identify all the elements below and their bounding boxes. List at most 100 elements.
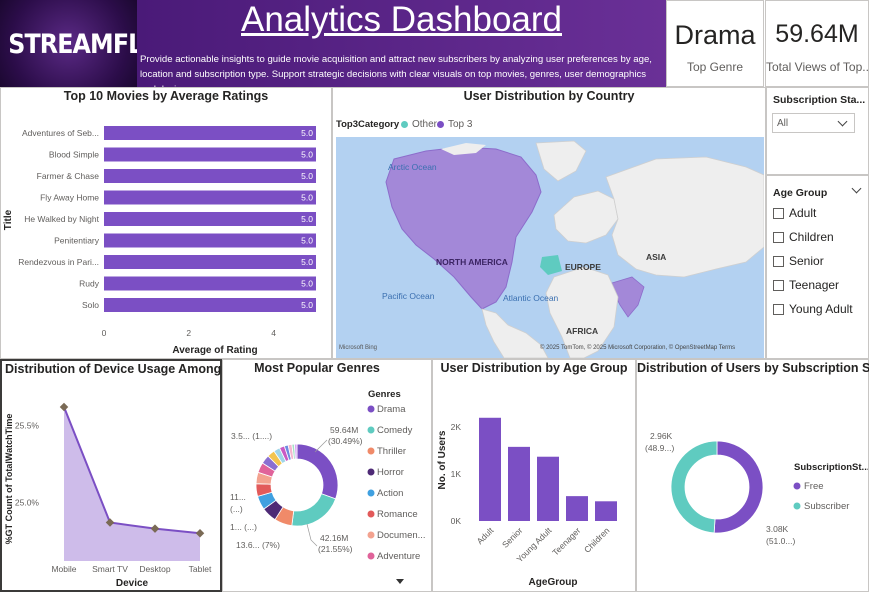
genres-legend-item: Romance <box>377 509 418 520</box>
movie-title-label: Blood Simple <box>49 150 99 160</box>
movie-bar <box>104 126 316 140</box>
movie-title-label: Adventures of Seb... <box>22 128 99 138</box>
movie-title-label: Fly Away Home <box>40 193 99 203</box>
subscription-dropdown[interactable]: All <box>772 113 855 133</box>
map-label-asia: ASIA <box>646 252 666 262</box>
chevron-down-icon[interactable] <box>851 183 862 194</box>
legend-dot-icon <box>367 531 375 539</box>
subscription-legend-title: SubscriptionSt... <box>794 462 868 473</box>
legend-dot-icon <box>401 121 408 128</box>
map-legend-other: Other <box>401 119 437 130</box>
genre-label-drama: 59.64M <box>330 425 358 435</box>
movie-title-label: Farmer & Chase <box>37 171 100 181</box>
map-label-north-america: NORTH AMERICA <box>436 257 508 267</box>
header-banner: Analytics Dashboard Provide actionable i… <box>137 0 666 95</box>
x-axis-title: Average of Rating <box>172 345 257 356</box>
legend-dot-icon <box>367 489 375 497</box>
movie-data-label: 5.0 <box>301 214 313 224</box>
top-movies-visual[interactable]: Top 10 Movies by Average Ratings Adventu… <box>0 87 332 359</box>
map-legend-title: Top3Category <box>336 119 400 130</box>
streamflix-logo: STREAMFLIX <box>0 0 169 87</box>
y-axis-title: %GT Count of TotalWatchTime <box>4 414 14 545</box>
movie-bar <box>104 233 316 248</box>
map-legend-top3: Top 3 <box>437 119 472 130</box>
subscription-slice <box>713 440 764 534</box>
age-option-senior[interactable]: Senior <box>773 251 824 271</box>
logo-text: STREAMFLIX <box>8 29 168 60</box>
y-tick-label: 25.5% <box>15 420 40 430</box>
device-usage-visual[interactable]: Distribution of Device Usage Among Users… <box>0 359 259 592</box>
movie-data-label: 5.0 <box>301 193 313 203</box>
genres-legend-item: Adventure <box>377 551 420 562</box>
map-label-atlantic: Atlantic Ocean <box>503 293 559 303</box>
legend-dot-icon <box>367 447 375 455</box>
movie-title-label: Rendezvous in Pari... <box>18 257 99 267</box>
age-option-teenager[interactable]: Teenager <box>773 275 839 295</box>
x-tick-label: Senior <box>500 525 525 550</box>
total-views-card: 59.64M Total Views of Top... <box>765 0 869 87</box>
checkbox-icon[interactable] <box>773 279 784 291</box>
genre-leader-line <box>314 439 328 453</box>
movie-data-label: 5.0 <box>301 171 313 181</box>
checkbox-icon[interactable] <box>773 207 784 219</box>
genres-visual[interactable]: Most Popular Genres 59.64M (30.49%) 42.16M… <box>222 359 432 592</box>
legend-dot-icon <box>367 405 375 413</box>
movie-data-label: 5.0 <box>301 257 313 267</box>
bing-logo: Microsoft Bing <box>339 345 377 351</box>
total-views-caption: Total Views of Top... <box>766 60 868 74</box>
checkbox-icon[interactable] <box>773 303 784 315</box>
age-group-slicer[interactable]: Age Group Adult Children Senior Teenager… <box>766 175 869 359</box>
x-tick-label: Desktop <box>139 564 170 574</box>
top-genre-value: Drama <box>674 20 756 50</box>
x-tick-label: 0 <box>102 328 107 338</box>
subscription-visual[interactable]: Distribution of Users by Subscription St… <box>636 359 869 592</box>
country-map-visual[interactable]: User Distribution by Country Top3Categor… <box>332 87 766 359</box>
genre-slice <box>291 493 337 527</box>
age-bar <box>508 446 530 521</box>
movie-data-label: 5.0 <box>301 150 313 160</box>
genre-label-left3: 11... <box>230 492 246 502</box>
top-genre-card: Drama Top Genre <box>666 0 764 87</box>
genres-legend-title: Genres <box>368 389 401 400</box>
age-bar <box>537 456 559 521</box>
subscription-selected: All <box>777 118 789 129</box>
age-option-young-adult[interactable]: Young Adult <box>773 299 853 319</box>
subscription-slicer-title: Subscription Sta... <box>773 94 866 106</box>
legend-dot-icon <box>793 502 801 510</box>
subscription-slicer[interactable]: Subscription Sta... All <box>766 87 869 175</box>
checkbox-icon[interactable] <box>773 255 784 267</box>
x-tick-label: Teenager <box>550 525 582 557</box>
genres-legend-item: Action <box>377 488 403 499</box>
subscription-legend-item: Subscriber <box>804 501 849 512</box>
subscription-slice <box>670 440 718 534</box>
sub-label-subscriber: 2.96K <box>650 431 673 441</box>
age-option-children[interactable]: Children <box>773 227 834 247</box>
legend-dot-icon <box>367 426 375 434</box>
map-attribution[interactable]: © 2025 TomTom, © 2025 Microsoft Corporat… <box>540 344 735 351</box>
genre-label-left3b: (...) <box>230 504 243 514</box>
x-axis-title: Device <box>116 578 149 589</box>
age-slicer-title: Age Group <box>773 187 828 199</box>
checkbox-icon[interactable] <box>773 231 784 243</box>
y-axis-title: No. of Users <box>437 430 448 489</box>
movie-data-label: 5.0 <box>301 128 313 138</box>
top-movies-chart: Adventures of Seb... 5.0 Blood Simple 5.0 Fa… <box>3 126 316 356</box>
age-option-adult[interactable]: Adult <box>773 203 816 223</box>
movie-bar <box>104 276 316 291</box>
x-axis-title: AgeGroup <box>529 577 578 588</box>
device-point-marker <box>59 402 69 412</box>
movie-data-label: 5.0 <box>301 236 313 246</box>
map-label-pacific: Pacific Ocean <box>382 291 435 301</box>
genres-chart: 59.64M(30.49%) 42.16M(21.55%) 13.6... (7%)… <box>230 389 426 584</box>
age-bar <box>566 496 588 521</box>
map-label-arctic: Arctic Ocean <box>388 162 437 172</box>
y-tick-label: 0K <box>451 516 462 526</box>
country-map-title: User Distribution by Country <box>463 89 635 103</box>
movie-bar <box>104 147 316 162</box>
age-group-visual[interactable]: User Distribution by Age Group Adult Seni… <box>432 359 636 592</box>
movie-title-label: Rudy <box>79 279 100 289</box>
chevron-down-icon <box>837 116 848 127</box>
age-bar <box>595 501 617 521</box>
world-map[interactable]: Arctic Ocean NORTH AMERICA EUROPE ASIA P… <box>336 137 764 358</box>
genres-legend-item: Documen... <box>377 530 426 541</box>
